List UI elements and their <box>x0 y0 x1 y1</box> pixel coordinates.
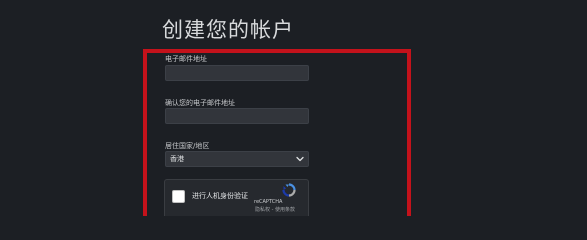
page-title: 创建您的帐户 <box>162 18 294 42</box>
chevron-down-icon <box>296 156 304 162</box>
recaptcha-checkbox[interactable] <box>172 190 185 203</box>
recaptcha-logo-icon <box>282 183 296 197</box>
country-select[interactable]: 香港 <box>165 151 309 167</box>
recaptcha-widget: 进行人机身份验证 reCAPTCHA 隐私权 - 使用条款 <box>164 179 309 216</box>
recaptcha-label: 进行人机身份验证 <box>192 192 248 200</box>
recaptcha-links: 隐私权 - 使用条款 <box>255 207 295 213</box>
country-label: 居住国家/地区 <box>165 142 210 150</box>
recaptcha-terms-link[interactable]: 使用条款 <box>275 207 295 213</box>
email-field[interactable] <box>165 65 309 81</box>
country-select-value: 香港 <box>170 155 184 163</box>
recaptcha-brand: reCAPTCHA <box>254 199 283 205</box>
confirm-email-field[interactable] <box>165 108 309 124</box>
create-account-page: 创建您的帐户 电子邮件地址 确认您的电子邮件地址 居住国家/地区 香港 进行人机… <box>0 0 587 216</box>
recaptcha-privacy-link[interactable]: 隐私权 <box>255 207 270 213</box>
confirm-email-label: 确认您的电子邮件地址 <box>165 99 235 107</box>
email-label: 电子邮件地址 <box>165 55 207 63</box>
